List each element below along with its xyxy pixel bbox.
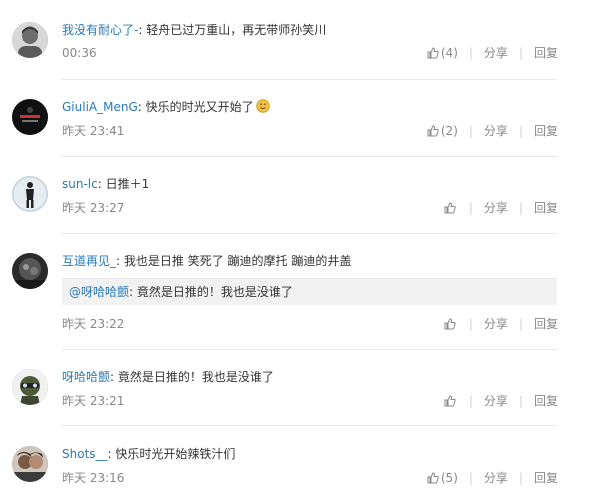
reply-button[interactable]: 回复 <box>534 123 558 139</box>
comment-divider <box>62 425 557 426</box>
share-button[interactable]: 分享 <box>484 316 508 332</box>
smile-emoji-icon <box>255 99 270 113</box>
avatar[interactable] <box>12 176 48 212</box>
thumbs-up-icon <box>444 318 456 330</box>
comment-divider <box>62 156 557 157</box>
comment-line: 我没有耐心了-: 轻舟已过万重山，再无带师孙笑川 <box>62 23 327 37</box>
comment-divider <box>62 79 557 80</box>
comment-text: 轻舟已过万重山，再无带师孙笑川 <box>146 23 327 37</box>
like-count: (4) <box>440 46 458 60</box>
divider: | <box>468 471 473 485</box>
divider: | <box>468 201 473 215</box>
username-link[interactable]: 互道再见_ <box>62 254 116 268</box>
like-button[interactable]: (2) <box>427 123 458 139</box>
reply-button[interactable]: 回复 <box>534 200 558 216</box>
timestamp: 昨天 23:41 <box>62 124 125 138</box>
divider: | <box>518 46 523 60</box>
divider: | <box>468 394 473 408</box>
username-link[interactable]: sun-lc <box>62 177 98 191</box>
like-button[interactable]: (5) <box>427 470 458 486</box>
username-link[interactable]: GiuliA_MenG <box>62 100 138 114</box>
reply-button[interactable]: 回复 <box>534 393 558 409</box>
quoted-reply: @呀哈哈颤: 竟然是日推的！我也是没谁了 <box>62 278 557 305</box>
quoted-text: 竟然是日推的！我也是没谁了 <box>136 285 293 299</box>
share-button[interactable]: 分享 <box>484 123 508 139</box>
timestamp: 昨天 23:21 <box>62 394 125 408</box>
timestamp: 昨天 23:22 <box>62 317 125 331</box>
comment-line: 互道再见_: 我也是日推 笑死了 蹦迪的摩托 蹦迪的井盖 <box>62 254 352 268</box>
reply-button[interactable]: 回复 <box>534 470 558 486</box>
divider: | <box>518 201 523 215</box>
thumbs-up-icon <box>427 47 439 59</box>
comment-line: 呀哈哈颤: 竟然是日推的！我也是没谁了 <box>62 370 274 384</box>
avatar[interactable] <box>12 99 48 135</box>
reply-button[interactable]: 回复 <box>534 45 558 61</box>
timestamp: 昨天 23:16 <box>62 471 125 485</box>
thumbs-up-icon <box>444 395 456 407</box>
username-link[interactable]: Shots__ <box>62 447 108 461</box>
divider: | <box>468 46 473 60</box>
divider: | <box>518 394 523 408</box>
divider: | <box>468 124 473 138</box>
avatar[interactable] <box>12 22 48 58</box>
like-count: (5) <box>440 471 458 485</box>
comment-text: 快乐的时光又开始了 <box>145 100 254 114</box>
share-button[interactable]: 分享 <box>484 200 508 216</box>
quoted-username-link[interactable]: @呀哈哈颤 <box>69 285 129 299</box>
divider: | <box>518 471 523 485</box>
comment-actions: | 分享 | 回复 <box>444 393 558 409</box>
like-button[interactable] <box>444 202 458 214</box>
thumbs-up-icon <box>444 202 456 214</box>
like-button[interactable] <box>444 395 458 407</box>
like-button[interactable]: (4) <box>427 45 458 61</box>
avatar[interactable] <box>12 253 48 289</box>
share-button[interactable]: 分享 <box>484 393 508 409</box>
comment-divider <box>62 233 557 234</box>
comment-actions: (5) | 分享 | 回复 <box>427 470 558 486</box>
comment-line: Shots__: 快乐时光开始辣铁汁们 <box>62 447 236 461</box>
username-link[interactable]: 我没有耐心了- <box>62 23 138 37</box>
like-button[interactable] <box>444 318 458 330</box>
comment-text: 日推＋1 <box>105 177 150 191</box>
timestamp: 00:36 <box>62 46 97 60</box>
reply-button[interactable]: 回复 <box>534 316 558 332</box>
share-button[interactable]: 分享 <box>484 470 508 486</box>
divider: | <box>518 317 523 331</box>
username-link[interactable]: 呀哈哈颤 <box>62 370 110 384</box>
avatar[interactable] <box>12 369 48 405</box>
divider: | <box>468 317 473 331</box>
comment-actions: (4) | 分享 | 回复 <box>427 45 558 61</box>
comment-actions: (2) | 分享 | 回复 <box>427 123 558 139</box>
divider: | <box>518 124 523 138</box>
thumbs-up-icon <box>427 125 439 137</box>
share-button[interactable]: 分享 <box>484 45 508 61</box>
comment-text: 我也是日推 笑死了 蹦迪的摩托 蹦迪的井盖 <box>123 254 352 268</box>
avatar[interactable] <box>12 446 48 482</box>
comment-text: 快乐时光开始辣铁汁们 <box>115 447 236 461</box>
thumbs-up-icon <box>427 472 439 484</box>
timestamp: 昨天 23:27 <box>62 201 125 215</box>
comment-line: sun-lc: 日推＋1 <box>62 177 150 191</box>
comment-actions: | 分享 | 回复 <box>444 316 558 332</box>
like-count: (2) <box>440 124 458 138</box>
comment-actions: | 分享 | 回复 <box>444 200 558 216</box>
comment-line: GiuliA_MenG: 快乐的时光又开始了 <box>62 99 270 115</box>
comment-text: 竟然是日推的！我也是没谁了 <box>117 370 274 384</box>
comment-divider <box>62 349 557 350</box>
